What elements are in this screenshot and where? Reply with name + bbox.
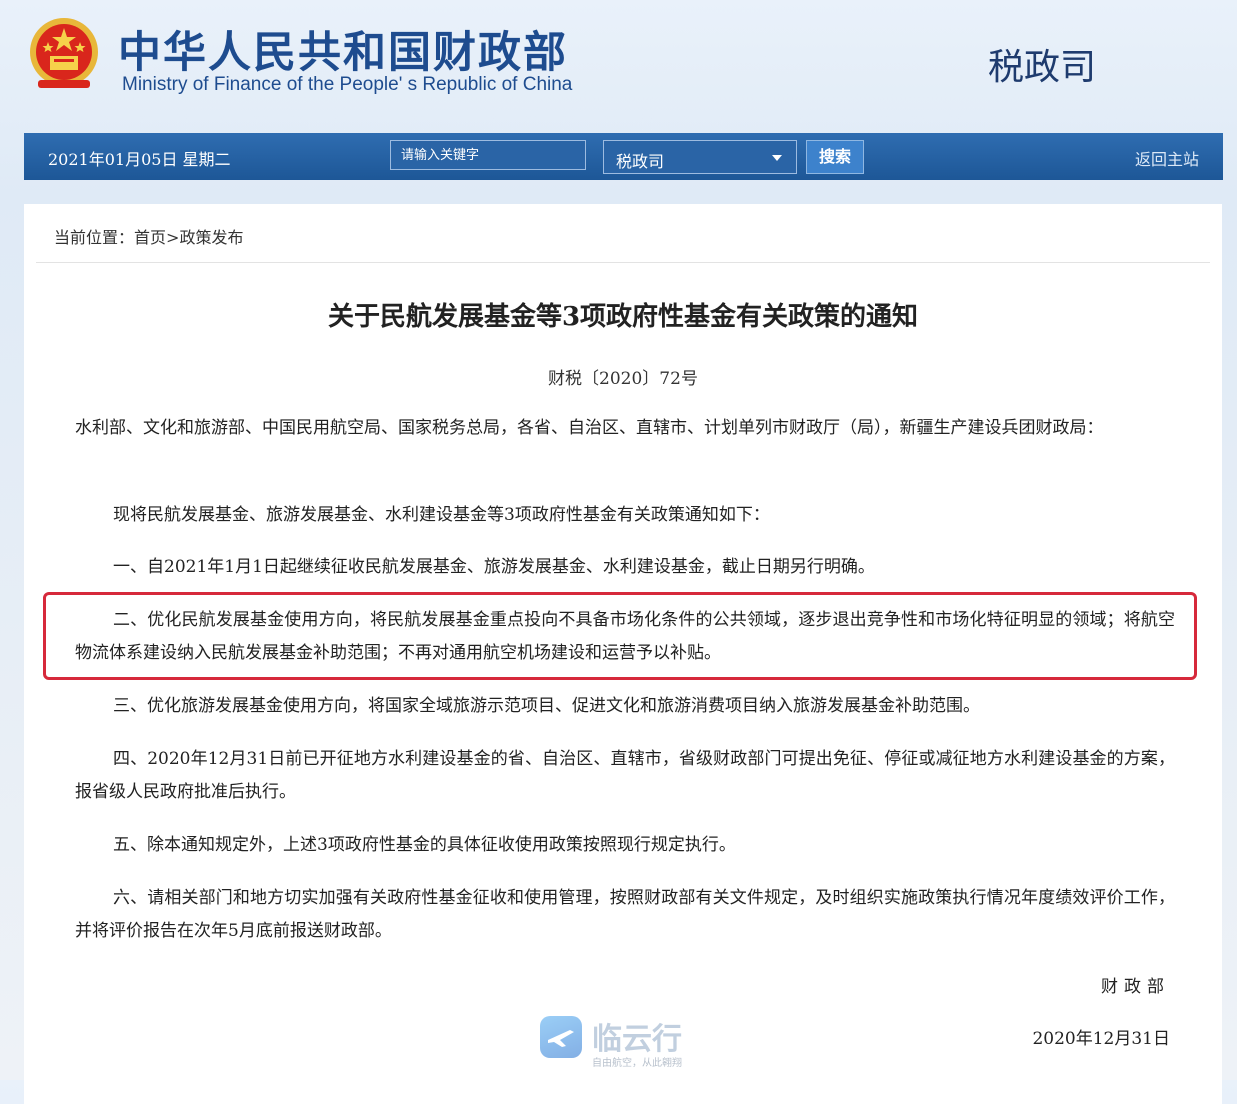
recipients-paragraph: 水利部、文化和旅游部、中国民用航空局、国家税务总局，各省、自治区、直辖市、计划单…	[75, 418, 1104, 438]
return-home-link[interactable]: 返回主站	[1135, 146, 1199, 170]
issue-date: 2020年12月31日	[1032, 1029, 1170, 1049]
breadcrumb-separator: >	[166, 228, 180, 247]
item-paragraph-5: 五、除本通知规定外，上述3项政府性基金的具体征收使用政策按照现行规定执行。	[113, 835, 736, 855]
national-emblem-icon	[30, 18, 98, 88]
search-button[interactable]: 搜索	[806, 140, 864, 174]
document-title: 关于民航发展基金等3项政府性基金有关政策的通知	[327, 302, 919, 332]
chevron-down-icon	[772, 155, 782, 161]
department-select[interactable]: 税政司	[603, 140, 797, 174]
top-nav-bar: 2021年01月05日 星期二 税政司 搜索 返回主站	[24, 133, 1223, 180]
watermark-subtext: 自由航空，从此翱翔	[592, 1058, 682, 1069]
issuer-signature: 财政部	[1101, 977, 1170, 997]
watermark-logo: 临云行 自由航空，从此翱翔	[540, 1012, 710, 1074]
current-date: 2021年01月05日 星期二	[48, 150, 231, 169]
item-paragraph-3: 三、优化旅游发展基金使用方向，将国家全域旅游示范项目、促进文化和旅游消费项目纳入…	[113, 696, 980, 716]
department-select-value: 税政司	[616, 152, 665, 171]
item-paragraph-4: 四、2020年12月31日前已开征地方水利建设基金的省、自治区、直辖市，省级财政…	[75, 749, 1175, 802]
watermark-text: 临云行	[592, 1022, 682, 1057]
highlight-annotation-box	[43, 592, 1197, 680]
breadcrumb-home-link[interactable]: 首页	[134, 228, 166, 247]
article-card: 当前位置：首页>政策发布 关于民航发展基金等3项政府性基金有关政策的通知 财税〔…	[24, 204, 1222, 1104]
item-paragraph-1: 一、自2021年1月1日起继续征收民航发展基金、旅游发展基金、水利建设基金，截止…	[113, 557, 875, 577]
intro-paragraph: 现将民航发展基金、旅游发展基金、水利建设基金等3项政府性基金有关政策通知如下：	[113, 505, 770, 525]
airplane-icon	[540, 1016, 582, 1058]
item-paragraph-6: 六、请相关部门和地方切实加强有关政府性基金征收和使用管理，按照财政部有关文件规定…	[75, 888, 1175, 941]
document-number: 财税〔2020〕72号	[548, 369, 698, 389]
breadcrumb-divider	[36, 262, 1210, 263]
site-title-english: Ministry of Finance of the People' s Rep…	[122, 74, 573, 95]
breadcrumb: 当前位置：首页>政策发布	[54, 224, 243, 248]
site-header: 中华人民共和国财政部 Ministry of Finance of the Pe…	[0, 0, 1237, 130]
search-input[interactable]	[390, 140, 586, 170]
breadcrumb-prefix: 当前位置：	[54, 228, 135, 247]
department-name: 税政司	[988, 47, 1097, 88]
breadcrumb-current-link[interactable]: 政策发布	[179, 228, 243, 247]
site-title-chinese: 中华人民共和国财政部	[118, 28, 568, 78]
